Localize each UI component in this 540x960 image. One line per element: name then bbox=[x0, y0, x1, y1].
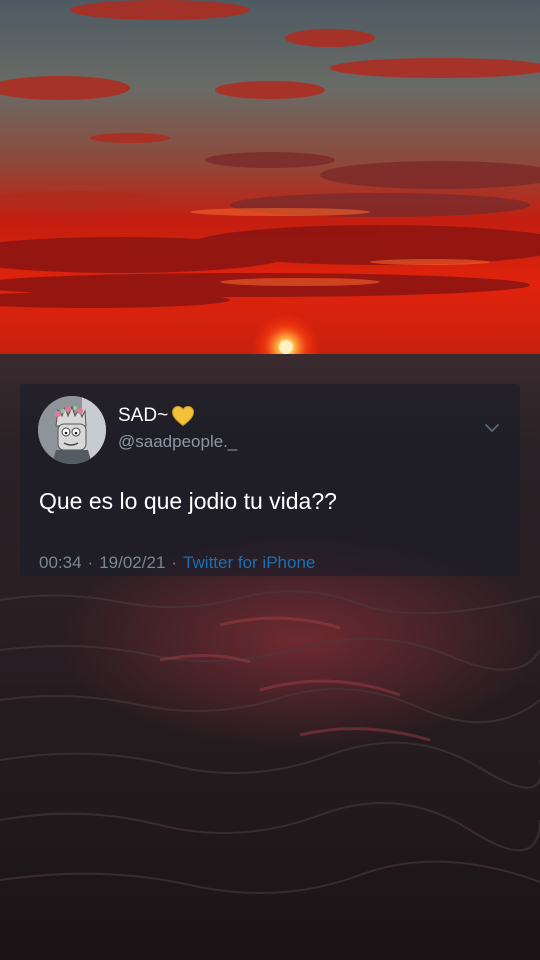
yellow-heart-icon bbox=[172, 405, 195, 427]
tweet-card[interactable]: SAD~ @saadpeople._ Que es lo que jodio t… bbox=[20, 384, 520, 576]
tweet-text: Que es lo que jodio tu vida?? bbox=[39, 488, 337, 514]
tweet-time: 00:34 bbox=[39, 553, 82, 572]
meta-separator: · bbox=[171, 553, 178, 572]
meta-separator: · bbox=[87, 553, 94, 572]
user-handle[interactable]: @saadpeople._ bbox=[118, 432, 237, 452]
avatar-image bbox=[38, 396, 106, 464]
tweet-meta: 00:34 · 19/02/21 · Twitter for iPhone bbox=[39, 553, 315, 573]
chevron-down-icon[interactable] bbox=[484, 422, 500, 434]
display-name[interactable]: SAD~ bbox=[118, 405, 195, 427]
tweet-date[interactable]: 19/02/21 bbox=[99, 553, 165, 572]
avatar[interactable] bbox=[38, 396, 106, 464]
tweet-source-link[interactable]: Twitter for iPhone bbox=[183, 553, 315, 572]
display-name-text: SAD~ bbox=[118, 405, 169, 426]
